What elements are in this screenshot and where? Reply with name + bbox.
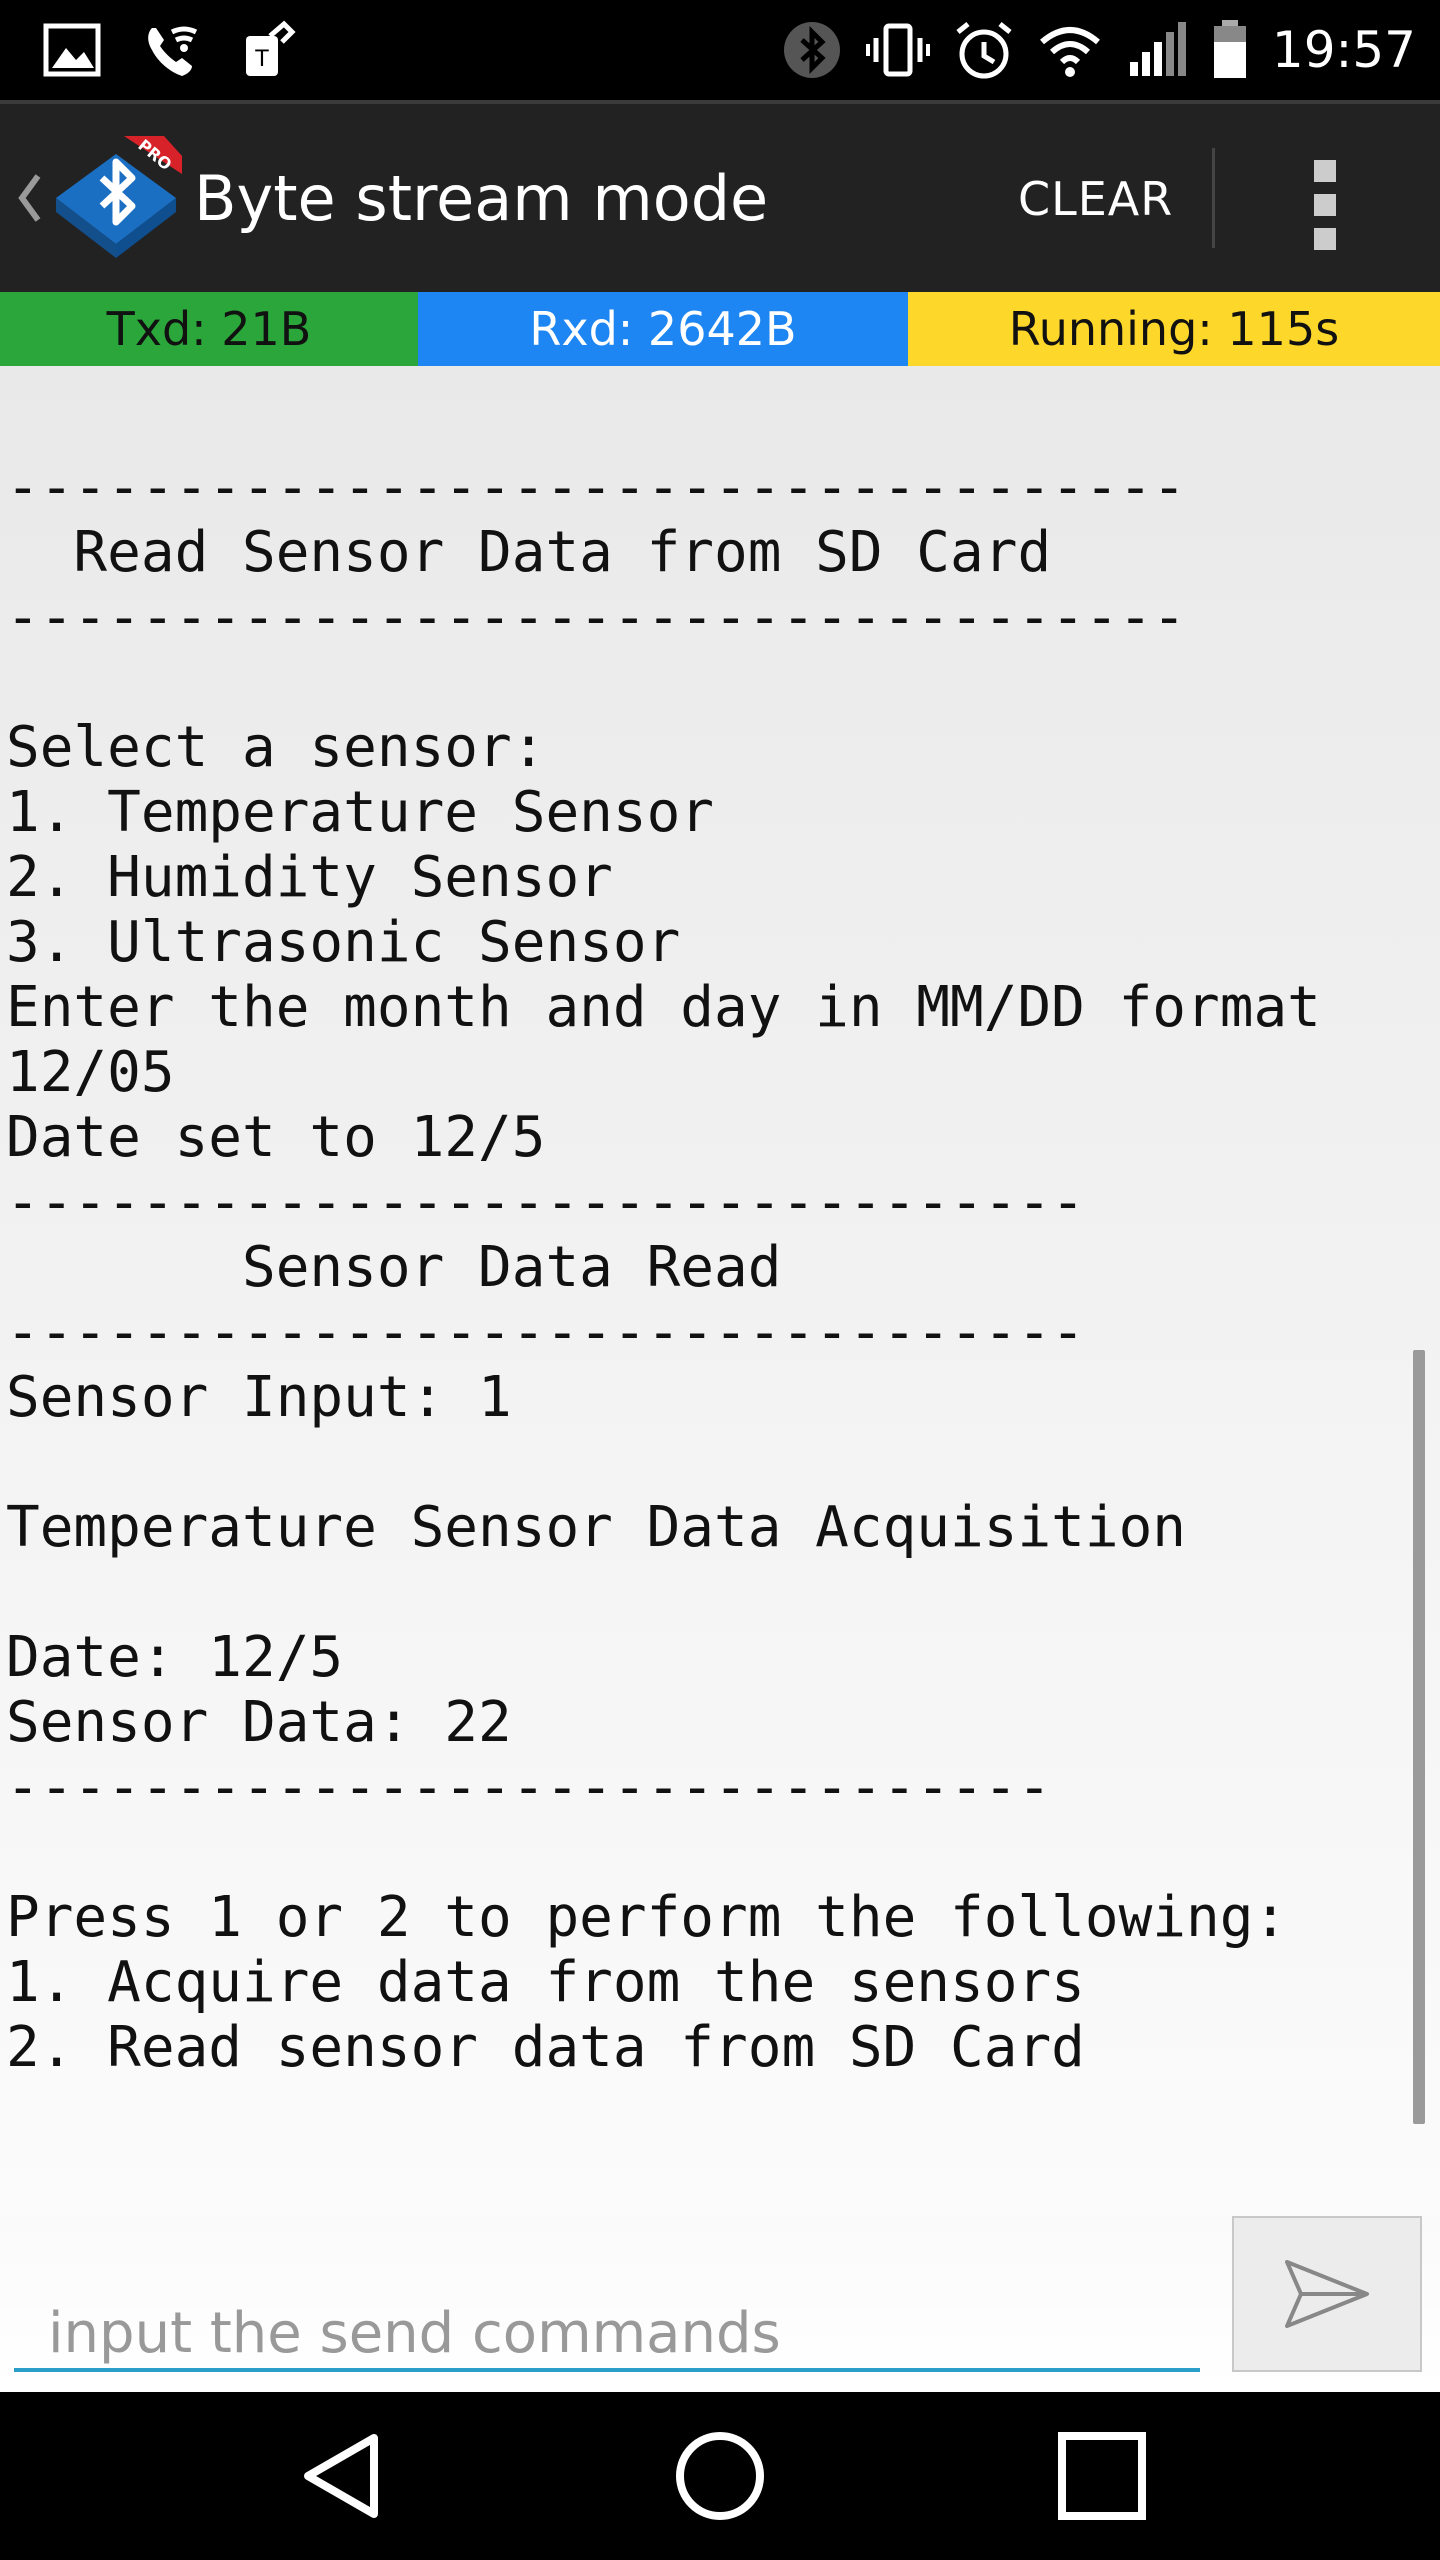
terminal-line: Sensor Input: 1 [6, 1365, 512, 1430]
divider [1212, 148, 1215, 248]
command-input[interactable] [14, 2216, 1200, 2372]
send-button[interactable] [1232, 2216, 1422, 2372]
signal-icon [1129, 22, 1186, 76]
terminal-line: Sensor Data Read [6, 1235, 782, 1300]
terminal-line: ----------------------------------- [6, 455, 1187, 520]
status-bar: T 19:57 [0, 0, 1440, 100]
terminal-line: Temperature Sensor Data Acquisition [6, 1495, 1187, 1560]
svg-text:T: T [254, 47, 269, 72]
tx-count: Txd: 21B [0, 292, 418, 366]
bluetooth-pro-logo[interactable]: PRO [46, 134, 186, 266]
terminal-line: ------------------------------- [6, 1755, 1052, 1820]
terminal-line: 2. Read sensor data from SD Card [6, 2015, 1085, 2080]
scrollbar[interactable] [1413, 1350, 1425, 2124]
terminal-line: Select a sensor: [6, 715, 546, 780]
nav-recents-icon[interactable] [1052, 2426, 1152, 2526]
wifi-icon [1039, 27, 1100, 77]
rx-count: Rxd: 2642B [418, 292, 908, 366]
nav-home-icon[interactable] [670, 2426, 770, 2526]
clock: 19:57 [1271, 21, 1416, 79]
terminal-line: Date: 12/5 [6, 1625, 344, 1690]
chevron-left-icon[interactable] [14, 170, 44, 226]
clear-button[interactable]: CLEAR [1018, 164, 1173, 234]
running-time: Running: 115s [908, 292, 1440, 366]
terminal-line: 2. Humidity Sensor [6, 845, 613, 910]
terminal-line: 12/05 [6, 1040, 175, 1105]
nav-back-icon[interactable] [292, 2426, 392, 2526]
send-icon [1285, 2260, 1369, 2328]
image-icon [43, 23, 101, 77]
alarm-icon [956, 22, 1012, 79]
terminal-line: Sensor Data: 22 [6, 1690, 512, 1755]
terminal-line: 3. Ultrasonic Sensor [6, 910, 681, 975]
navigation-bar [0, 2392, 1440, 2560]
battery-icon [1213, 20, 1246, 78]
t-mobile-icon: T [246, 20, 296, 76]
app-bar: PRO Byte stream mode CLEAR [0, 100, 1440, 292]
pro-badge: PRO [134, 135, 175, 174]
notification-icons: T [40, 18, 300, 82]
wifi-calling-icon [148, 26, 198, 76]
terminal-line: 1. Acquire data from the sensors [6, 1950, 1085, 2015]
stats-bar: Txd: 21B Rxd: 2642B Running: 115s [0, 292, 1440, 366]
system-icons: 19:57 [780, 14, 1416, 86]
vibrate-icon [865, 23, 930, 77]
more-vertical-icon[interactable] [1314, 160, 1340, 250]
input-area [0, 2216, 1440, 2392]
terminal-line: ----------------------------------- [6, 585, 1187, 650]
terminal-line: -------------------------------- [6, 1170, 1085, 1235]
terminal-line: Read Sensor Data from SD Card [6, 520, 1052, 585]
page-title: Byte stream mode [194, 162, 769, 235]
terminal-line: Enter the month and day in MM/DD format [6, 975, 1321, 1040]
terminal-line: Date set to 12/5 [6, 1105, 546, 1170]
bluetooth-icon [783, 22, 840, 78]
terminal-line: -------------------------------- [6, 1300, 1085, 1365]
terminal-line: 1. Temperature Sensor [6, 780, 715, 845]
terminal-line: Press 1 or 2 to perform the following: [6, 1885, 1288, 1950]
terminal-output[interactable]: ----------------------------------- Read… [0, 366, 1440, 2216]
terminal-text: ----------------------------------- Read… [6, 455, 1321, 2080]
